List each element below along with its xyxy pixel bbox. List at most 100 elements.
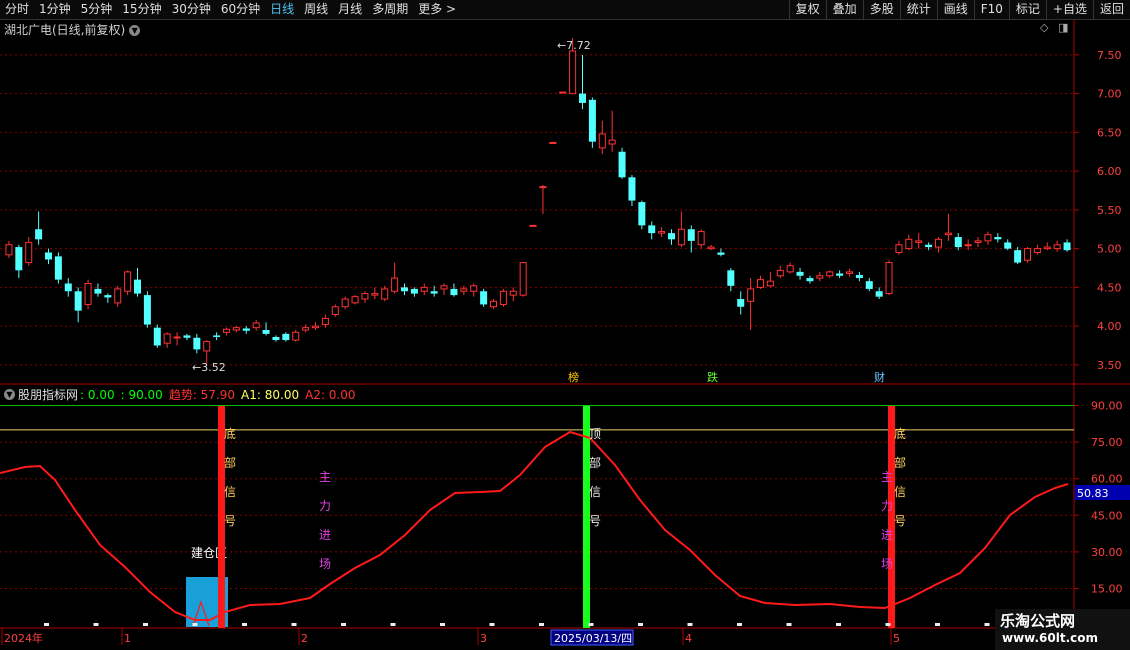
candle-body-down [64, 283, 72, 292]
candle-body-down [430, 291, 438, 294]
bottom-mark [440, 623, 445, 626]
candle-body-up [766, 280, 774, 287]
x-axis-label: 5 [893, 632, 900, 645]
candle-body-down [628, 177, 636, 201]
bottom-mark [737, 623, 742, 626]
bottom-mark [935, 623, 940, 626]
x-axis-label: 4 [685, 632, 692, 645]
candle-body-up [846, 271, 853, 274]
bottom-signal-text-1: 号 [224, 514, 236, 528]
candle-body-up [747, 288, 755, 302]
candle-body-up [569, 50, 577, 95]
candle-body-up [895, 244, 903, 253]
candle-body-up [124, 271, 132, 292]
candle-body-down [74, 291, 82, 311]
price-tick-label: 5.50 [1097, 204, 1122, 217]
candle-body-up [163, 333, 171, 344]
candle-body-up [598, 133, 606, 149]
candle-body-up [361, 293, 369, 300]
high-price-label: ←7.72 [557, 39, 591, 52]
price-tick-label: 5.00 [1097, 243, 1122, 256]
candle-body-up [440, 285, 448, 290]
candle-body-up [707, 246, 715, 250]
candle-body-down [836, 273, 844, 276]
indicator-tick-label: 30.00 [1091, 546, 1123, 559]
bottom-mark [588, 623, 594, 626]
candle-body-down [727, 270, 735, 286]
candle-body-up [420, 286, 428, 292]
bottom-signal-text-2: 部 [894, 455, 906, 470]
candle-body-up [885, 262, 893, 295]
candle-body-down [865, 281, 873, 289]
candle-body-up [351, 296, 359, 304]
price-tick-label: 4.00 [1097, 320, 1122, 333]
candle-body-up [470, 285, 478, 292]
bottom-mark [836, 623, 841, 626]
candle-body-down [480, 291, 488, 305]
candle-body-up [559, 91, 567, 94]
candle-body-up [786, 265, 794, 273]
candle-body-down [153, 327, 161, 346]
top-signal-text: 顶 [589, 427, 601, 441]
candle-body-up [321, 317, 329, 326]
low-price-label: ←3.52 [192, 361, 226, 374]
bottom-mark [489, 623, 495, 626]
bottom-signal-text-1: 部 [224, 455, 236, 470]
candle-body-down [806, 278, 814, 282]
candle-body-down [925, 244, 933, 248]
x-axis-date-cursor: 2025/03/13/四 [554, 632, 632, 645]
top-signal-text: 部 [589, 455, 601, 470]
candle-body-down [183, 335, 191, 338]
candle-body-up [776, 269, 784, 277]
x-axis-label: 2 [301, 632, 308, 645]
candle-body-down [94, 288, 102, 294]
bottom-mark [341, 623, 346, 626]
bottom-signal-text-1: 信 [224, 485, 236, 499]
candle-body-up [232, 327, 240, 331]
candle-body-down [1063, 242, 1071, 251]
candle-body-down [796, 271, 804, 276]
candle-body-up [499, 290, 507, 305]
trend-curve [0, 430, 1069, 621]
candle-body-down [54, 256, 62, 280]
candle-body-up [539, 186, 547, 189]
candle-body-up [302, 327, 310, 331]
news-marker-0: 榜 [568, 370, 579, 384]
candle-body-down [262, 330, 270, 334]
candle-body-up [677, 228, 685, 246]
price-tick-label: 7.00 [1097, 88, 1122, 101]
candle-body-up [1053, 244, 1061, 250]
candle-body-down [687, 229, 695, 241]
candle-body-down [1014, 250, 1022, 263]
candle-body-up [549, 141, 557, 144]
candle-body-up [984, 234, 992, 242]
stock-chart[interactable]: 7.50 7.00 6.50 6.00 5.50 5.00 4.50 4.00 3.50 ←7.7… [0, 0, 1130, 650]
candle-body-up [173, 336, 181, 339]
candle-body-up [5, 244, 13, 256]
watermark-url: www.60lt.com [1002, 631, 1099, 645]
candle-body-up [223, 328, 230, 333]
candle-body-down [104, 295, 112, 298]
candle-body-up [905, 238, 913, 250]
candle-body-up [935, 238, 942, 248]
candle-body-down [143, 295, 151, 325]
watermark: 乐淘公式网 www.60lt.com [995, 609, 1130, 650]
x-axis-label: 3 [480, 632, 487, 645]
main-force-text-2: 主 [881, 470, 893, 484]
candle-body-down [618, 151, 626, 178]
candle-body-down [450, 288, 458, 296]
candle-body-down [410, 288, 418, 294]
price-tick-label: 3.50 [1097, 359, 1122, 372]
main-force-text-2: 场 [881, 557, 893, 571]
candle-body-up [460, 288, 468, 292]
candle-body-up [697, 231, 705, 246]
price-tick-label: 6.50 [1097, 126, 1122, 139]
bottom-mark [93, 623, 99, 626]
candle-body-down [401, 287, 408, 292]
bottom-signal-text-2: 底 [894, 426, 906, 441]
candle-body-up [944, 232, 952, 236]
candle-body-up [490, 300, 497, 308]
candle-body-up [391, 277, 399, 292]
bottom-mark [143, 623, 148, 626]
top-signal-text: 号 [589, 514, 601, 528]
